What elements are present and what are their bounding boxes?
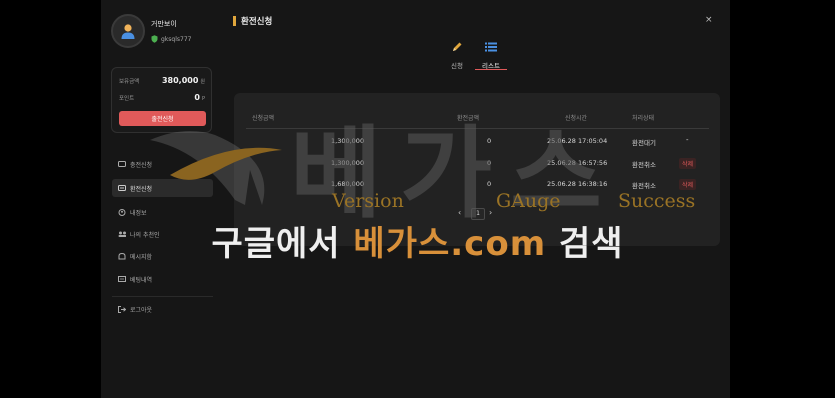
profile-name: 거만보이 <box>151 20 177 28</box>
group-icon <box>118 231 126 237</box>
logout-label: 로그아웃 <box>130 306 153 314</box>
sidebar-item-label: 환전신청 <box>130 185 153 193</box>
held-unit: 원 <box>200 79 205 85</box>
row-exchanged: 0 <box>487 180 492 188</box>
held-amount: 380,000 <box>161 76 199 85</box>
sidebar-item-label: 내정보 <box>130 209 147 217</box>
logout-icon <box>118 305 126 313</box>
row-status: 환전취소 <box>632 182 656 190</box>
sidebar-item-label: 나의 추천인 <box>130 231 160 239</box>
header-divider <box>246 128 709 129</box>
column-header-time: 신청시간 <box>565 115 588 122</box>
next-page-button[interactable]: › <box>489 208 492 217</box>
sidebar-item-label: 충전신청 <box>130 161 153 169</box>
profile-id-text: gksqls777 <box>161 35 192 43</box>
sidebar-item-deposit[interactable]: 충전신청 <box>112 155 213 173</box>
column-header-status: 처리상태 <box>632 115 655 122</box>
balance-card: 보유금액 380,000 원 포인트 0P 출전신청 <box>111 67 212 133</box>
exchange-modal: 거만보이 gksqls777 보유금액 380,000 원 포인트 0P 출전신청 <box>101 0 730 398</box>
held-label: 보유금액 <box>119 78 140 85</box>
avatar <box>111 14 145 48</box>
held-value: 380,000 원 <box>162 76 205 85</box>
active-tab-indicator <box>475 69 507 70</box>
sidebar-item-myinfo[interactable]: 내정보 <box>112 203 213 221</box>
sidebar-item-referral[interactable]: 나의 추천인 <box>112 225 213 243</box>
profile: 거만보이 gksqls777 <box>111 14 191 48</box>
user-icon <box>118 208 126 216</box>
point-amount: 0 <box>194 93 200 102</box>
sidebar-item-withdraw[interactable]: 환전신청 <box>112 179 213 197</box>
wallet-icon <box>118 161 126 167</box>
list-icon <box>118 276 126 282</box>
point-unit: P <box>201 96 205 102</box>
column-header-exchanged: 환전금액 <box>457 115 480 122</box>
row-exchanged: 0 <box>487 159 492 167</box>
divider <box>112 296 213 297</box>
sidebar-item-bets[interactable]: 베팅내역 <box>112 270 213 288</box>
tab-list[interactable]: 리스트 <box>471 41 511 70</box>
row-time: 25.06.28 17:05:04 <box>547 137 608 145</box>
message-icon <box>118 252 126 259</box>
row-amount: 1,300,000 <box>331 137 365 145</box>
row-status: 환전취소 <box>632 161 656 169</box>
row-amount: 1,300,000 <box>331 159 365 167</box>
charge-button[interactable]: 출전신청 <box>119 111 206 126</box>
page-number-button[interactable]: 1 <box>471 208 485 220</box>
row-time: 25.06.28 16:57:56 <box>547 159 608 167</box>
history-table: 신청금액 환전금액 신청시간 처리상태 1,300,000 0 25.06.28… <box>234 93 720 246</box>
profile-id: gksqls777 <box>151 35 191 43</box>
sidebar: 거만보이 gksqls777 보유금액 380,000 원 포인트 0P 출전신청 <box>101 0 221 398</box>
row-amount: 1,680,000 <box>331 180 365 188</box>
sidebar-item-messages[interactable]: 메시지함 <box>112 247 213 265</box>
delete-button[interactable]: 삭제 <box>679 158 697 169</box>
point-label: 포인트 <box>119 95 135 102</box>
row-time: 25.06.28 16:38:16 <box>547 180 608 188</box>
row-status: 환전대기 <box>632 139 656 147</box>
column-header-amount: 신청금액 <box>252 115 275 122</box>
close-icon[interactable]: × <box>705 15 713 25</box>
page-title: 환전신청 <box>241 17 273 27</box>
delete-button[interactable]: 삭제 <box>679 179 697 190</box>
header-accent <box>233 16 236 26</box>
shield-icon <box>151 35 158 43</box>
sidebar-item-label: 베팅내역 <box>130 276 153 284</box>
sidebar-item-label: 메시지함 <box>130 253 153 261</box>
point-value: 0P <box>194 93 205 102</box>
list-icon <box>471 41 511 53</box>
prev-page-button[interactable]: ‹ <box>458 208 461 217</box>
row-action: - <box>686 136 689 144</box>
user-avatar-icon <box>121 24 135 39</box>
row-exchanged: 0 <box>487 137 492 145</box>
logout-button[interactable]: 로그아웃 <box>112 300 213 318</box>
exchange-icon <box>118 185 126 191</box>
